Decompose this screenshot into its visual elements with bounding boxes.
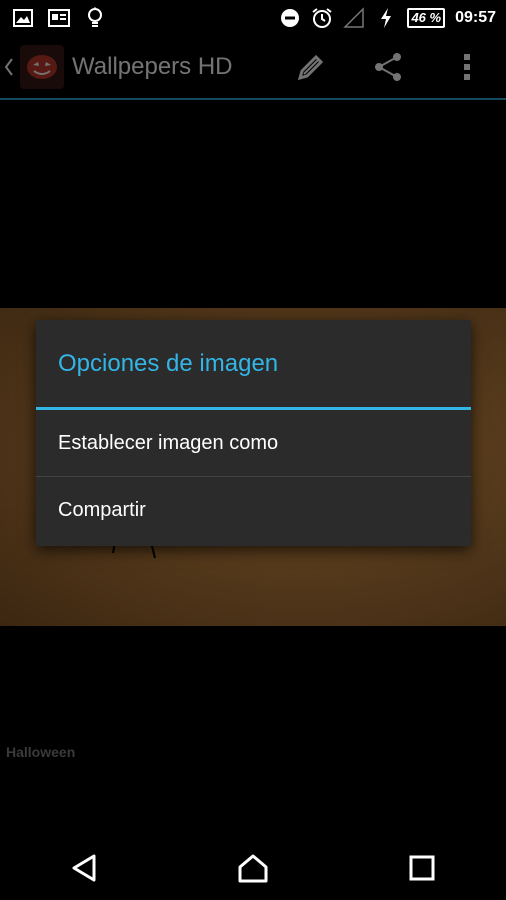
chevron-left-icon[interactable] bbox=[4, 53, 18, 81]
alarm-icon bbox=[311, 7, 333, 29]
dialog-title: Opciones de imagen bbox=[36, 320, 471, 410]
share-option[interactable]: Compartir bbox=[36, 477, 471, 543]
share-icon[interactable] bbox=[350, 35, 428, 99]
set-image-as-option[interactable]: Establecer imagen como bbox=[36, 410, 471, 476]
overflow-menu-icon[interactable] bbox=[428, 35, 506, 99]
notification-icons bbox=[12, 7, 106, 29]
action-bar: Wallpepers HD bbox=[0, 36, 506, 100]
app-logo[interactable] bbox=[20, 45, 64, 89]
status-bar: 46 % 09:57 bbox=[0, 0, 506, 36]
app-title: Wallpepers HD bbox=[72, 53, 233, 80]
do-not-disturb-icon bbox=[279, 7, 301, 29]
news-icon bbox=[48, 7, 70, 29]
action-bar-actions bbox=[272, 35, 506, 99]
battery-percent: 46 % bbox=[407, 8, 446, 28]
back-icon[interactable] bbox=[49, 836, 119, 900]
charging-icon bbox=[375, 7, 397, 29]
signal-icon bbox=[343, 7, 365, 29]
navigation-bar bbox=[0, 836, 506, 900]
recents-icon[interactable] bbox=[387, 836, 457, 900]
home-icon[interactable] bbox=[218, 836, 288, 900]
image-options-dialog: Opciones de imagen Establecer imagen com… bbox=[36, 320, 471, 546]
image-icon bbox=[12, 7, 34, 29]
wallpaper-caption: Halloween bbox=[6, 744, 76, 760]
system-icons: 46 % 09:57 bbox=[279, 7, 496, 29]
edit-icon[interactable] bbox=[272, 35, 350, 99]
lightbulb-icon bbox=[84, 7, 106, 29]
clock: 09:57 bbox=[455, 9, 496, 26]
